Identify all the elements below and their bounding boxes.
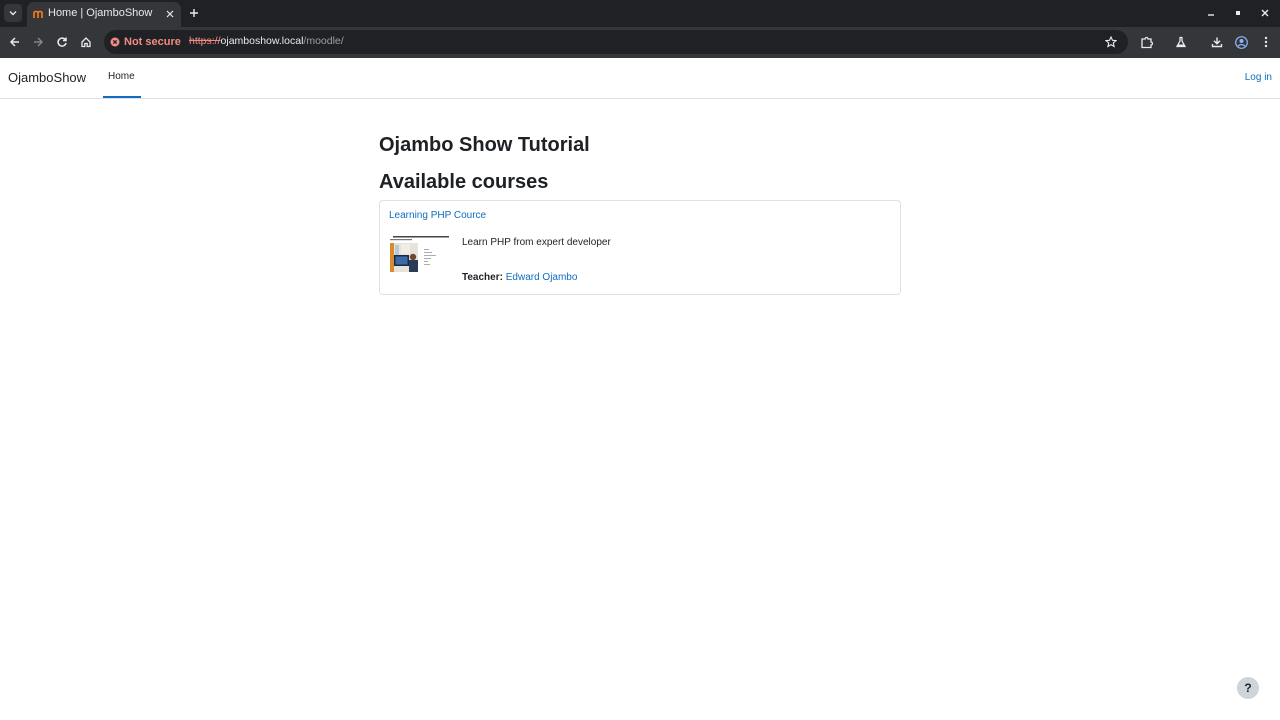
flask-icon (1175, 36, 1187, 48)
address-bar[interactable]: Not secure https://ojamboshow.local/mood… (104, 30, 1128, 54)
arrow-right-icon (34, 37, 44, 47)
tab-title: Home | OjamboShow (48, 7, 153, 19)
course-summary: Learn PHP from expert developer (462, 237, 611, 248)
close-icon (1261, 9, 1269, 17)
main-content: Ojambo Show Tutorial Available courses L… (379, 132, 901, 295)
reload-button[interactable] (53, 33, 71, 51)
login-link[interactable]: Log in (1245, 72, 1272, 83)
tab-search-button[interactable] (4, 4, 22, 22)
maximize-button[interactable] (1230, 5, 1246, 21)
help-label: ? (1244, 681, 1252, 695)
browser-tabstrip: Home | OjamboShow (0, 0, 1280, 27)
back-button[interactable] (6, 33, 24, 51)
page-title: Ojambo Show Tutorial (379, 134, 590, 156)
home-icon (81, 37, 91, 48)
site-info-button[interactable]: Not secure (110, 34, 181, 50)
section-title: Available courses (379, 171, 549, 193)
labs-button[interactable] (1172, 33, 1190, 51)
avatar-icon (1234, 35, 1248, 49)
close-icon (166, 10, 174, 18)
teacher-label: Teacher: (462, 272, 503, 283)
new-tab-button[interactable] (186, 5, 202, 21)
site-brand[interactable]: OjamboShow (8, 70, 86, 85)
url-text[interactable]: https://ojamboshow.local/moodle/ (189, 35, 344, 47)
browser-tab-active[interactable]: Home | OjamboShow (27, 2, 181, 27)
nav-home-tab[interactable]: Home (103, 58, 141, 98)
star-icon (1105, 36, 1117, 48)
puzzle-icon (1140, 36, 1153, 48)
home-button[interactable] (77, 33, 95, 51)
maximize-icon (1236, 11, 1240, 15)
minimize-button[interactable] (1203, 5, 1219, 21)
help-button[interactable]: ? (1237, 677, 1259, 699)
download-icon (1211, 37, 1223, 48)
moodle-favicon-icon (33, 10, 43, 18)
url-scheme: https:// (189, 35, 221, 47)
security-label: Not secure (124, 36, 181, 48)
teacher-name-link[interactable]: Edward Ojambo (506, 272, 578, 283)
course-name-link[interactable]: Learning PHP Cource (389, 210, 486, 221)
more-vert-icon (1264, 36, 1268, 48)
course-teacher: Teacher: Edward Ojambo (462, 272, 577, 283)
close-window-button[interactable] (1257, 5, 1273, 21)
extensions-button[interactable] (1137, 33, 1155, 51)
minimize-icon (1208, 14, 1214, 16)
forward-button[interactable] (29, 33, 47, 51)
browser-menu-button[interactable] (1257, 33, 1275, 51)
downloads-button[interactable] (1208, 33, 1226, 51)
url-host: ojamboshow.local (220, 35, 304, 47)
reload-icon (57, 37, 67, 47)
chevron-down-icon (9, 11, 17, 16)
warning-icon (110, 37, 120, 47)
url-path: /moodle/ (303, 35, 344, 47)
arrow-left-icon (9, 37, 19, 47)
course-card: Learning PHP Cource Learn PHP from exper… (379, 200, 901, 295)
course-image (390, 235, 452, 273)
profile-button[interactable] (1232, 33, 1250, 51)
tab-close-button[interactable] (163, 7, 177, 21)
site-navbar: OjamboShow Home Log in (0, 58, 1280, 99)
bookmark-button[interactable] (1102, 33, 1120, 51)
nav-home-label: Home (108, 71, 135, 82)
browser-toolbar: Not secure https://ojamboshow.local/mood… (0, 27, 1280, 58)
plus-icon (190, 9, 198, 17)
